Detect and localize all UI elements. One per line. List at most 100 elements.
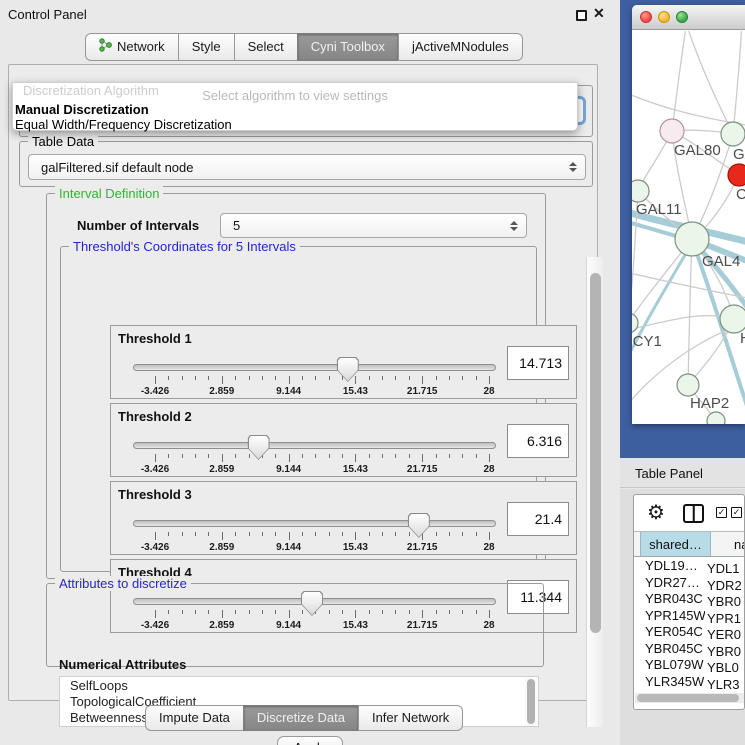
table-row[interactable]: YDR27…YDR2 bbox=[634, 575, 745, 592]
threshold-value-field[interactable]: 14.713 bbox=[507, 346, 569, 380]
tick-label: 9.144 bbox=[276, 386, 301, 397]
slider-thumb[interactable] bbox=[248, 435, 270, 460]
threshold-value-field[interactable]: 21.4 bbox=[507, 502, 569, 536]
table-rows: YDL19…YDL1YDR27…YDR2YBR043CYBR0YPR145WYP… bbox=[634, 558, 745, 692]
tab-select[interactable]: Select bbox=[234, 33, 298, 61]
float-window-icon[interactable] bbox=[576, 10, 587, 21]
tab-cyni-toolbox[interactable]: Cyni Toolbox bbox=[297, 33, 399, 61]
table-row[interactable]: YLR345WYLR3 bbox=[634, 674, 745, 691]
tab-discretize-data[interactable]: Discretize Data bbox=[243, 705, 359, 731]
slider-track[interactable] bbox=[133, 442, 496, 449]
checkbox-checked-icon[interactable]: ✓ bbox=[731, 507, 742, 518]
table-row[interactable]: YPR145WYPR1 bbox=[634, 608, 745, 625]
column-header-name[interactable]: na bbox=[712, 532, 745, 556]
cell-name: YBR0 bbox=[705, 594, 741, 609]
network-node-gal4[interactable] bbox=[675, 222, 709, 256]
column-header-shared[interactable]: shared… bbox=[640, 532, 711, 556]
tick-label: -3.426 bbox=[141, 542, 169, 553]
checkbox-checked-icon[interactable]: ✓ bbox=[716, 507, 727, 518]
network-window-titlebar[interactable] bbox=[632, 5, 745, 30]
table-header-row: shared… na bbox=[634, 531, 745, 557]
minor-tick bbox=[315, 454, 316, 458]
minor-tick bbox=[395, 454, 396, 458]
split-pane-icon[interactable] bbox=[683, 504, 704, 523]
tick-label: 21.715 bbox=[407, 542, 438, 553]
apply-button[interactable]: Apply bbox=[277, 736, 343, 745]
network-node[interactable] bbox=[707, 412, 725, 424]
network-view-window[interactable]: GAL80GACGAL11GAL4HGCY1HAP2 bbox=[632, 5, 745, 424]
network-node-ga[interactable] bbox=[721, 122, 745, 146]
threshold-panel: Threshold 1-3.4262.8599.14415.4321.71528… bbox=[110, 325, 577, 399]
threshold-label: Threshold 3 bbox=[118, 487, 192, 502]
table-row[interactable]: YBR043CYBR0 bbox=[634, 591, 745, 608]
minor-tick bbox=[235, 532, 236, 536]
network-node-gal80[interactable] bbox=[660, 119, 684, 143]
zoom-traffic-light-icon[interactable] bbox=[676, 11, 688, 23]
major-tick bbox=[155, 454, 156, 462]
table-row[interactable]: YDL19…YDL1 bbox=[634, 558, 745, 575]
tab-impute-data[interactable]: Impute Data bbox=[145, 705, 244, 731]
gear-icon[interactable]: ⚙ bbox=[647, 500, 665, 525]
cell-shared-name: YDR27… bbox=[634, 575, 705, 590]
minor-tick bbox=[275, 532, 276, 536]
tick-label: 28 bbox=[483, 464, 494, 475]
node-label: GAL80 bbox=[674, 142, 721, 159]
node-label: GAL4 bbox=[702, 253, 740, 270]
table-data-combobox[interactable]: galFiltered.sif default node bbox=[28, 154, 586, 180]
table-row[interactable]: YIL052CYIL0 bbox=[634, 690, 745, 692]
node-table-window: ⚙ ✓ ✓ shared… na YDL19…YDL1YDR27…YDR2YBR… bbox=[633, 494, 745, 710]
attribute-list-item[interactable]: SelfLoops bbox=[60, 677, 538, 693]
minor-tick bbox=[262, 376, 263, 380]
attributes-scrollbar[interactable] bbox=[525, 678, 537, 726]
table-horizontal-scrollbar[interactable] bbox=[635, 693, 745, 703]
tick-label: 15.43 bbox=[343, 464, 368, 475]
threshold-value-field[interactable]: 6.316 bbox=[507, 424, 569, 458]
minor-tick bbox=[168, 454, 169, 458]
major-tick bbox=[355, 376, 356, 384]
node-label: GA bbox=[733, 146, 745, 163]
network-node-gcy1[interactable] bbox=[632, 313, 638, 333]
attributes-group: Attributes to discretize bbox=[46, 583, 544, 667]
table-data-combobox-value: galFiltered.sif default node bbox=[29, 160, 565, 175]
tab-infer-network[interactable]: Infer Network bbox=[358, 705, 463, 731]
cell-name: YBL0 bbox=[705, 660, 739, 675]
tick-label: -3.426 bbox=[141, 464, 169, 475]
network-node-hap2[interactable] bbox=[677, 374, 699, 396]
algorithm-option[interactable]: Manual Discretization bbox=[15, 102, 149, 117]
tab-label: Style bbox=[192, 39, 221, 54]
minimize-traffic-light-icon[interactable] bbox=[658, 11, 670, 23]
minor-tick bbox=[168, 376, 169, 380]
table-row[interactable]: YER054CYER0 bbox=[634, 624, 745, 641]
table-horizontal-scrollbar-thumb[interactable] bbox=[637, 694, 739, 702]
panel-scrollbar-thumb[interactable] bbox=[590, 273, 601, 633]
cell-shared-name: YER054C bbox=[634, 624, 705, 639]
interval-definition-title: Interval Definition bbox=[55, 186, 163, 201]
slider-track[interactable] bbox=[133, 364, 496, 371]
slider-track[interactable] bbox=[133, 520, 496, 527]
close-traffic-light-icon[interactable] bbox=[640, 11, 652, 23]
table-row[interactable]: YBL079WYBL0 bbox=[634, 657, 745, 674]
tab-jactivemnodules[interactable]: jActiveMNodules bbox=[398, 33, 523, 61]
network-nodes[interactable] bbox=[632, 119, 745, 424]
network-node-gal11[interactable] bbox=[632, 180, 649, 202]
minor-tick bbox=[369, 454, 370, 458]
panel-scrollbar[interactable] bbox=[586, 257, 603, 727]
algorithm-option[interactable]: Equal Width/Frequency Discretization bbox=[15, 117, 232, 132]
attributes-scrollbar-thumb[interactable] bbox=[527, 679, 535, 724]
minor-tick bbox=[302, 454, 303, 458]
slider-thumb[interactable] bbox=[408, 513, 430, 538]
number-of-intervals-combobox[interactable]: 5 bbox=[220, 213, 527, 238]
network-node-h[interactable] bbox=[720, 305, 745, 333]
tab-style[interactable]: Style bbox=[178, 33, 235, 61]
minor-tick bbox=[182, 532, 183, 536]
tick-label: -3.426 bbox=[141, 386, 169, 397]
minor-tick bbox=[249, 532, 250, 536]
network-node-c[interactable] bbox=[728, 164, 745, 186]
network-canvas[interactable]: GAL80GACGAL11GAL4HGCY1HAP2 bbox=[632, 31, 745, 424]
table-row[interactable]: YBR045CYBR0 bbox=[634, 641, 745, 658]
tab-network[interactable]: Network bbox=[85, 33, 179, 61]
close-icon[interactable]: ✕ bbox=[593, 5, 605, 22]
major-tick bbox=[422, 376, 423, 384]
major-tick bbox=[155, 376, 156, 384]
cell-name: YER0 bbox=[705, 627, 741, 642]
